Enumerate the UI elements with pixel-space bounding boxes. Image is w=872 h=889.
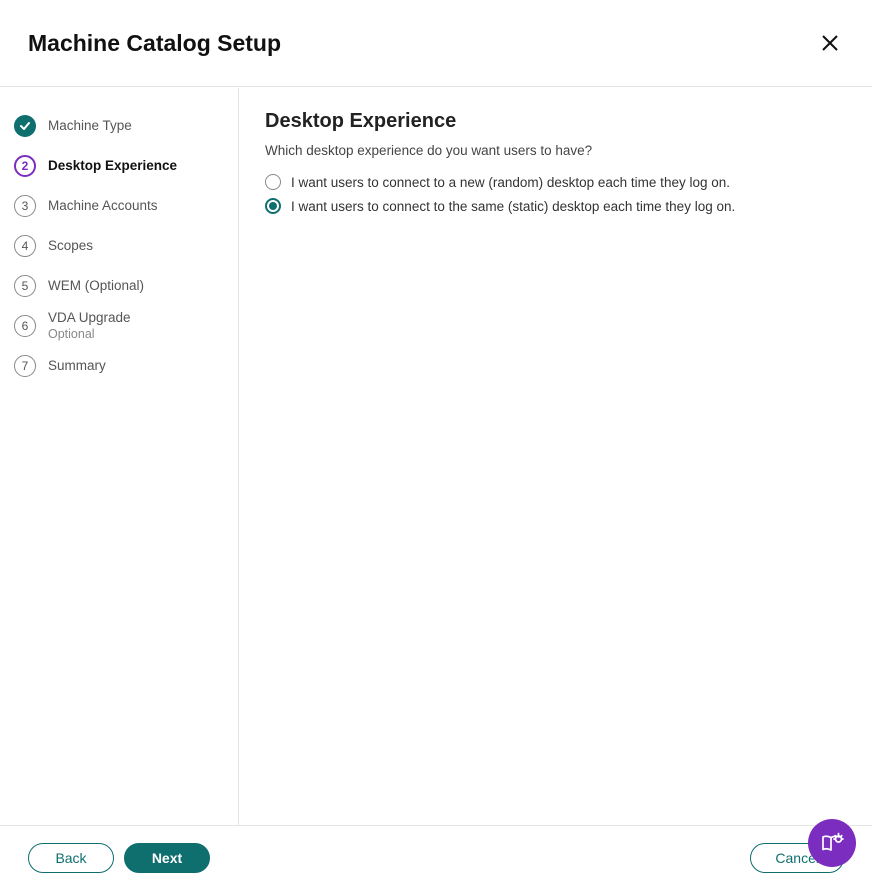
step-machine-type[interactable]: Machine Type (0, 106, 238, 146)
step-label: Machine Type (48, 118, 132, 135)
content-question: Which desktop experience do you want use… (265, 143, 846, 158)
book-lightbulb-icon (820, 831, 844, 855)
step-desktop-experience[interactable]: 2 Desktop Experience (0, 146, 238, 186)
check-icon (14, 115, 36, 137)
step-label: Summary (48, 358, 106, 375)
step-wem[interactable]: 5 WEM (Optional) (0, 266, 238, 306)
help-fab[interactable] (808, 819, 856, 867)
step-label-main: VDA Upgrade (48, 310, 131, 325)
close-button[interactable] (816, 29, 844, 57)
wizard-content: Desktop Experience Which desktop experie… (239, 88, 872, 825)
step-label: Desktop Experience (48, 158, 177, 175)
step-vda-upgrade[interactable]: 6 VDA Upgrade Optional (0, 306, 238, 346)
step-number-badge: 6 (14, 315, 36, 337)
option-label: I want users to connect to a new (random… (291, 175, 730, 190)
content-heading: Desktop Experience (265, 110, 846, 133)
wizard-steps-sidebar: Machine Type 2 Desktop Experience 3 Mach… (0, 88, 239, 825)
step-number-badge: 4 (14, 235, 36, 257)
step-label: VDA Upgrade Optional (48, 310, 131, 343)
step-label: Scopes (48, 238, 93, 255)
radio-icon (265, 174, 281, 190)
step-machine-accounts[interactable]: 3 Machine Accounts (0, 186, 238, 226)
step-number-badge: 7 (14, 355, 36, 377)
option-random-desktop[interactable]: I want users to connect to a new (random… (265, 174, 846, 190)
option-static-desktop[interactable]: I want users to connect to the same (sta… (265, 198, 846, 214)
back-button[interactable]: Back (28, 843, 114, 873)
step-number-badge: 5 (14, 275, 36, 297)
step-scopes[interactable]: 4 Scopes (0, 226, 238, 266)
wizard-footer: Back Next Cancel (0, 825, 872, 889)
step-label: Machine Accounts (48, 198, 158, 215)
step-number-badge: 3 (14, 195, 36, 217)
wizard-header: Machine Catalog Setup (0, 0, 872, 87)
page-title: Machine Catalog Setup (28, 30, 281, 57)
step-summary[interactable]: 7 Summary (0, 346, 238, 386)
close-icon (820, 33, 840, 53)
step-number-badge: 2 (14, 155, 36, 177)
next-button[interactable]: Next (124, 843, 210, 873)
radio-icon (265, 198, 281, 214)
step-label: WEM (Optional) (48, 278, 144, 295)
step-label-sub: Optional (48, 327, 131, 343)
option-label: I want users to connect to the same (sta… (291, 199, 735, 214)
